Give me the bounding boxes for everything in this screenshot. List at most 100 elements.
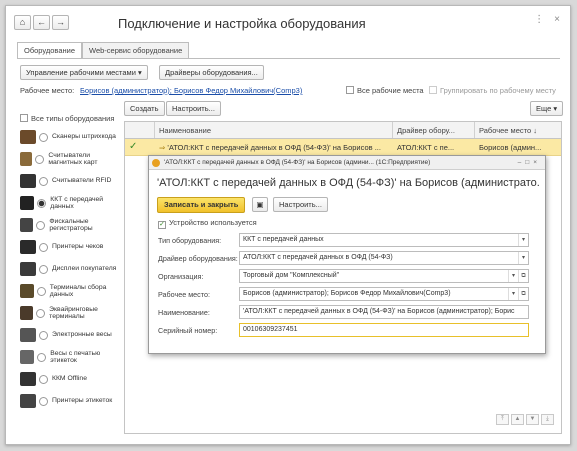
radio-button[interactable] bbox=[39, 264, 48, 274]
dialog-configure-button[interactable]: Настроить... bbox=[273, 197, 328, 212]
driver-value: АТОЛ:ККТ с передачей данных в ОФД (54-ФЗ… bbox=[243, 254, 393, 261]
scroll-down-icon[interactable]: ▼ bbox=[526, 414, 539, 425]
save-close-button[interactable]: Записать и закрыть bbox=[157, 197, 246, 213]
header-driver[interactable]: Драйвер обору... bbox=[393, 122, 475, 138]
card-reader-icon bbox=[20, 152, 33, 166]
sidebar-item-label: Терминалы сбора данных bbox=[49, 283, 107, 299]
checkmark-icon: ✓ bbox=[158, 221, 166, 229]
radio-button[interactable] bbox=[39, 330, 48, 340]
receipt-printer-icon bbox=[20, 240, 36, 254]
sidebar-item-label: Сканеры штрихкода bbox=[52, 133, 116, 141]
scroll-top-icon[interactable]: ⤒ bbox=[496, 414, 509, 425]
more-label: Еще bbox=[536, 104, 552, 113]
configure-button[interactable]: Настроить... bbox=[166, 101, 221, 116]
radio-button[interactable] bbox=[39, 374, 48, 384]
all-types-label: Все типы оборудования bbox=[31, 114, 115, 123]
forward-arrow-icon[interactable]: → bbox=[52, 15, 69, 30]
group-by-place-label: Группировать по рабочему месту bbox=[440, 86, 556, 95]
table-header: Наименование Драйвер обору... Рабочее ме… bbox=[125, 122, 561, 139]
workplace-link[interactable]: Борисов (администратор); Борисов Федор М… bbox=[80, 86, 302, 95]
kkt-icon bbox=[20, 196, 35, 210]
dialog-titlebar: 'АТОЛ:ККТ с передачей данных в ОФД (54-Ф… bbox=[149, 156, 545, 170]
window-controls: ⋮ × bbox=[534, 14, 560, 25]
sidebar-item-kkt[interactable]: ККТ с передачей данных bbox=[20, 192, 120, 214]
sidebar-item-barcode-scanners[interactable]: Сканеры штрихкода bbox=[20, 126, 120, 148]
scroll-bottom-icon[interactable]: ⤓ bbox=[541, 414, 554, 425]
sidebar-item-label: Электронные весы bbox=[52, 331, 112, 339]
dialog-window-title: 'АТОЛ:ККТ с передачей данных в ОФД (54-Ф… bbox=[164, 159, 431, 166]
serial-number-field[interactable]: 00106309237451 bbox=[239, 323, 529, 337]
sidebar-item-data-terminals[interactable]: Терминалы сбора данных bbox=[20, 280, 120, 302]
open-icon[interactable]: ⧉ bbox=[518, 288, 528, 300]
sidebar-item-label: Весы с печатью этикеток bbox=[50, 349, 101, 365]
radio-button[interactable] bbox=[39, 242, 48, 252]
dialog-window-controls: –□× bbox=[518, 156, 541, 169]
sidebar-item-rfid-readers[interactable]: Считыватели RFID bbox=[20, 170, 120, 192]
sidebar-item-label: Принтеры этикеток bbox=[52, 397, 113, 405]
sidebar-item-customer-displays[interactable]: Дисплеи покупателя bbox=[20, 258, 120, 280]
dropdown-icon[interactable]: ▾ bbox=[518, 252, 528, 264]
table-row[interactable]: ✓ ⇒ 'АТОЛ:ККТ с передачей данных в ОФД (… bbox=[125, 139, 561, 156]
tab-web-service[interactable]: Web-сервис оборудование bbox=[82, 42, 190, 58]
radio-button-selected[interactable] bbox=[37, 198, 47, 208]
sidebar-item-acquiring-terminals[interactable]: Эквайринговые терминалы bbox=[20, 302, 120, 324]
sidebar-item-label-scales[interactable]: Весы с печатью этикеток bbox=[20, 346, 120, 368]
more-menu-icon[interactable]: ⋮ bbox=[534, 14, 544, 25]
sidebar-item-receipt-printers[interactable]: Принтеры чеков bbox=[20, 236, 120, 258]
organization-value: Торговый дом "Комплексный" bbox=[243, 272, 340, 279]
row-place-cell: Борисов (админ... bbox=[479, 143, 542, 152]
dropdown-icon[interactable]: ▾ bbox=[508, 288, 518, 300]
open-icon[interactable]: ⧉ bbox=[518, 270, 528, 282]
radio-button[interactable] bbox=[37, 352, 47, 362]
checkbox-icon bbox=[20, 114, 28, 122]
header-name[interactable]: Наименование bbox=[155, 122, 393, 138]
type-label: Тип оборудования: bbox=[158, 236, 222, 245]
sidebar-item-kkm-offline[interactable]: ККМ Offline bbox=[20, 368, 120, 390]
equipment-type-field[interactable]: ККТ с передачей данных ▾ bbox=[239, 233, 529, 247]
header-place[interactable]: Рабочее место ↓ bbox=[475, 122, 561, 138]
radio-button[interactable] bbox=[39, 176, 48, 186]
radio-button[interactable] bbox=[39, 132, 48, 142]
workplace-field[interactable]: Борисов (администратор); Борисов Федор М… bbox=[239, 287, 529, 301]
sidebar-item-card-readers[interactable]: Считыватели магнитных карт bbox=[20, 148, 120, 170]
sidebar-item-scales[interactable]: Электронные весы bbox=[20, 324, 120, 346]
save-icon[interactable]: ▣ bbox=[252, 197, 268, 212]
dialog-header: 'АТОЛ:ККТ с передачей данных в ОФД (54-Ф… bbox=[157, 177, 539, 189]
radio-button[interactable] bbox=[36, 220, 46, 230]
radio-button[interactable] bbox=[35, 154, 45, 164]
tab-equipment[interactable]: Оборудование bbox=[17, 42, 83, 58]
device-used-checkbox[interactable]: ✓ Устройство используется bbox=[158, 218, 257, 229]
maximize-icon[interactable]: □ bbox=[525, 159, 533, 166]
label-scales-icon bbox=[20, 350, 35, 364]
chevron-down-icon: ▾ bbox=[138, 68, 142, 77]
back-arrow-icon[interactable]: ← bbox=[33, 15, 50, 30]
all-places-checkbox[interactable]: Все рабочие места bbox=[346, 86, 424, 95]
sidebar-item-label: Дисплеи покупателя bbox=[52, 265, 117, 273]
drivers-button[interactable]: Драйверы оборудования... bbox=[159, 65, 264, 80]
group-by-place-checkbox[interactable]: Группировать по рабочему месту bbox=[429, 86, 556, 95]
radio-button[interactable] bbox=[36, 308, 46, 318]
sidebar-item-fiscal-registers[interactable]: Фискальные регистраторы bbox=[20, 214, 120, 236]
row-name-text: 'АТОЛ:ККТ с передачей данных в ОФД (54-Ф… bbox=[167, 143, 381, 152]
close-icon[interactable]: × bbox=[554, 14, 560, 25]
close-icon[interactable]: × bbox=[533, 159, 541, 166]
organization-field[interactable]: Торговый дом "Комплексный" ▾ ⧉ bbox=[239, 269, 529, 283]
radio-button[interactable] bbox=[36, 286, 46, 296]
sidebar-item-label-printers[interactable]: Принтеры этикеток bbox=[20, 390, 120, 412]
scroll-up-icon[interactable]: ▲ bbox=[511, 414, 524, 425]
dropdown-icon[interactable]: ▾ bbox=[508, 270, 518, 282]
name-field[interactable]: 'АТОЛ:ККТ с передачей данных в ОФД (54-Ф… bbox=[239, 305, 529, 319]
manage-places-button[interactable]: Управление рабочими местами ▾ bbox=[20, 65, 148, 80]
workplace-value: Борисов (администратор); Борисов Федор М… bbox=[243, 290, 451, 297]
dropdown-icon[interactable]: ▾ bbox=[518, 234, 528, 246]
more-button[interactable]: Еще ▾ bbox=[530, 101, 564, 116]
all-types-checkbox[interactable]: Все типы оборудования bbox=[20, 114, 114, 123]
kkm-offline-icon bbox=[20, 372, 36, 386]
check-mark-icon: ✓ bbox=[129, 141, 138, 152]
sidebar-item-label: ККТ с передачей данных bbox=[50, 195, 104, 211]
home-icon[interactable]: ⌂ bbox=[14, 15, 31, 30]
sidebar-item-label: Считыватели магнитных карт bbox=[48, 151, 98, 167]
radio-button[interactable] bbox=[39, 396, 48, 406]
driver-field[interactable]: АТОЛ:ККТ с передачей данных в ОФД (54-ФЗ… bbox=[239, 251, 529, 265]
create-button[interactable]: Создать bbox=[124, 101, 165, 116]
